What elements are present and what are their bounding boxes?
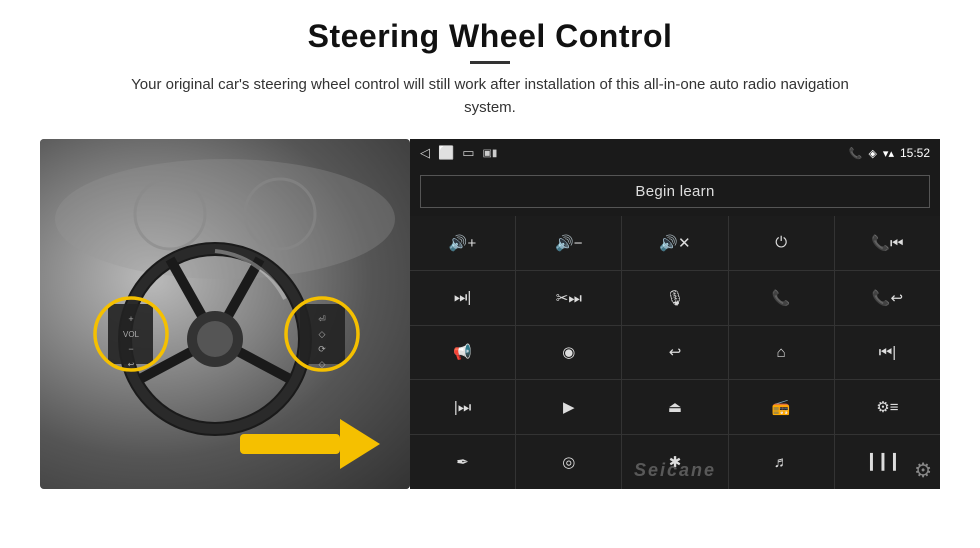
control-button-11[interactable]: ◉ (516, 326, 621, 380)
statusbar-left: ◁ ⬜ ▭ ▣▮ (420, 145, 497, 161)
control-button-7[interactable]: 🎙 (622, 271, 727, 325)
page-subtitle: Your original car's steering wheel contr… (110, 74, 870, 119)
control-button-22[interactable]: ✱ (622, 435, 727, 489)
svg-text:VOL: VOL (123, 330, 140, 339)
begin-learn-area: Begin learn (410, 167, 940, 216)
control-button-2[interactable]: 🔊✕ (622, 216, 727, 270)
control-button-9[interactable]: 📞↩ (835, 271, 940, 325)
svg-text:◇: ◇ (319, 329, 326, 339)
control-button-21[interactable]: ◎ (516, 435, 621, 489)
control-button-14[interactable]: ⏮| (835, 326, 940, 380)
control-button-20[interactable]: ✒ (410, 435, 515, 489)
status-time: 15:52 (900, 146, 930, 160)
back-nav-icon[interactable]: ◁ (420, 145, 430, 161)
phone-status-icon: 📞 (849, 147, 863, 160)
control-button-16[interactable]: ▶ (516, 380, 621, 434)
control-button-4[interactable]: 📞⏮ (835, 216, 940, 270)
svg-text:⟳: ⟳ (318, 344, 326, 354)
wifi-status-icon: ▾▴ (883, 147, 894, 160)
page-title: Steering Wheel Control (110, 18, 870, 55)
android-statusbar: ◁ ⬜ ▭ ▣▮ 📞 ◈ ▾▴ 15:52 (410, 139, 940, 167)
control-button-15[interactable]: |⏭ (410, 380, 515, 434)
title-divider (470, 61, 510, 64)
begin-learn-button[interactable]: Begin learn (420, 175, 930, 208)
controls-grid: 🔊+🔊−🔊✕⏻📞⏮⏭|✂⏭🎙📞📞↩📢◉↩⌂⏮||⏭▶⏏📻⚙≡✒◎✱♬▎▎▎ (410, 216, 940, 489)
steering-wheel-svg: + VOL − ↩ ⏎ ◇ ⟳ ◇ (40, 139, 410, 489)
location-status-icon: ◈ (868, 147, 876, 160)
media-nav-icon: ▣▮ (482, 148, 497, 159)
control-button-3[interactable]: ⏻ (729, 216, 834, 270)
recent-nav-icon[interactable]: ▭ (462, 145, 474, 161)
control-button-1[interactable]: 🔊− (516, 216, 621, 270)
control-button-17[interactable]: ⏏ (622, 380, 727, 434)
android-screen-wrapper: ◁ ⬜ ▭ ▣▮ 📞 ◈ ▾▴ 15:52 Begin learn (410, 139, 940, 489)
control-button-10[interactable]: 📢 (410, 326, 515, 380)
content-area: + VOL − ↩ ⏎ ◇ ⟳ ◇ (40, 139, 940, 489)
control-button-12[interactable]: ↩ (622, 326, 727, 380)
home-nav-icon[interactable]: ⬜ (438, 145, 454, 161)
control-button-19[interactable]: ⚙≡ (835, 380, 940, 434)
control-button-0[interactable]: 🔊+ (410, 216, 515, 270)
control-button-18[interactable]: 📻 (729, 380, 834, 434)
statusbar-right: 📞 ◈ ▾▴ 15:52 (849, 146, 930, 160)
steering-wheel-image: + VOL − ↩ ⏎ ◇ ⟳ ◇ (40, 139, 410, 489)
control-button-5[interactable]: ⏭| (410, 271, 515, 325)
svg-text:↩: ↩ (128, 360, 135, 369)
control-button-13[interactable]: ⌂ (729, 326, 834, 380)
settings-gear-icon[interactable]: ⚙ (914, 458, 932, 483)
title-section: Steering Wheel Control Your original car… (110, 18, 870, 119)
control-button-6[interactable]: ✂⏭ (516, 271, 621, 325)
svg-text:+: + (128, 314, 133, 324)
svg-text:−: − (128, 344, 133, 354)
control-button-8[interactable]: 📞 (729, 271, 834, 325)
control-button-23[interactable]: ♬ (729, 435, 834, 489)
android-screen: ◁ ⬜ ▭ ▣▮ 📞 ◈ ▾▴ 15:52 Begin learn (410, 139, 940, 489)
svg-text:◇: ◇ (319, 359, 326, 369)
page-container: Steering Wheel Control Your original car… (0, 0, 980, 548)
svg-text:⏎: ⏎ (318, 314, 326, 324)
